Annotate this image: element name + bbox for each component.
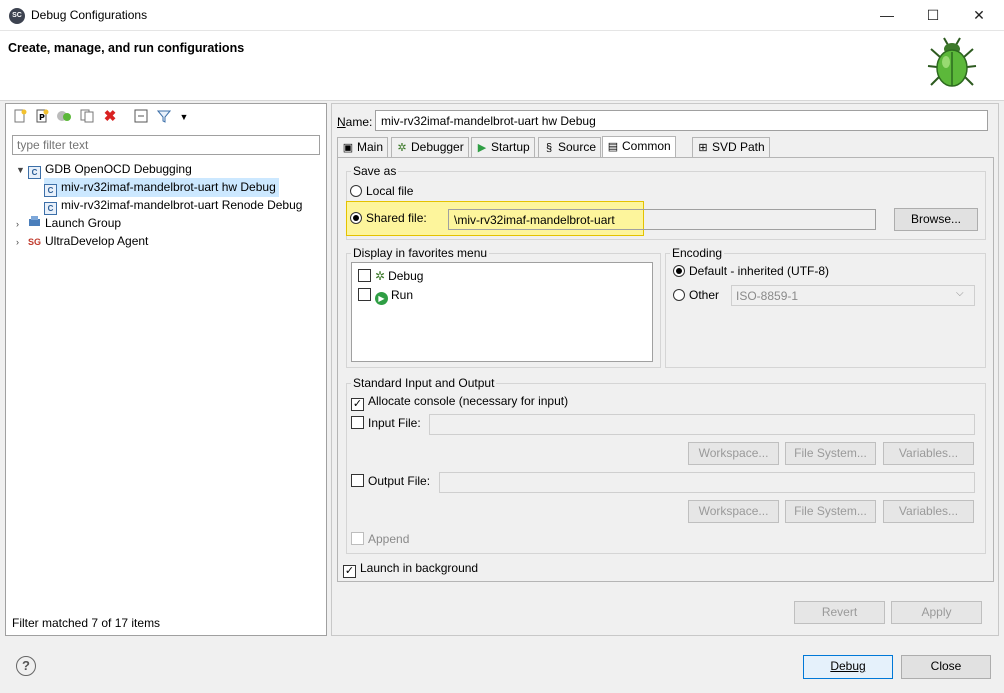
tree-item-label: miv-rv32imaf-mandelbrot-uart Renode Debu… [61,198,303,212]
append-check[interactable] [351,532,364,545]
ultradevelop-agent-icon: SG [28,237,42,247]
tree-group-label: GDB OpenOCD Debugging [45,162,192,176]
append-checkbox[interactable]: Append [351,532,409,546]
configuration-list-panel: P ✖ ▼ ▼CGDB OpenOCD Debugging Cmiv-rv32i… [5,103,327,636]
run-icon: ▶ [375,292,388,305]
tab-svd-path[interactable]: ⊞ SVD Path [692,137,770,157]
header-banner: Create, manage, and run configurations [0,31,1004,101]
tree-group-launch-group[interactable]: › Launch Group [16,214,326,232]
banner-title: Create, manage, and run configurations [8,41,245,55]
shared-file-radio[interactable]: Shared file: [350,211,427,225]
output-workspace-button[interactable]: Workspace... [688,500,779,523]
encoding-other-radio[interactable]: Other [673,288,719,302]
common-tab-content: Save as Local file Shared file: Browse..… [337,157,994,582]
maximize-button[interactable]: ☐ [910,0,956,31]
tree-item-label: miv-rv32imaf-mandelbrot-uart hw Debug [61,180,276,194]
encoding-select[interactable]: ISO-8859-1 ⌵ [731,285,975,306]
favorite-run-item[interactable]: ▶ Run [358,288,413,305]
output-file-field[interactable] [439,472,975,493]
shared-file-radio-circle[interactable] [350,212,362,224]
svg-text:P: P [39,113,45,122]
chevron-down-icon[interactable]: ▼ [16,161,28,179]
svd-tab-icon: ⊞ [698,142,708,154]
tab-common[interactable]: ▤ Common [602,136,676,158]
help-icon[interactable]: ? [16,656,36,676]
tree-group-gdb-openocd[interactable]: ▼ C GDB OpenOCD Debugging [16,160,326,179]
new-prototype-icon[interactable]: P [34,109,50,125]
configuration-editor-panel: Name: ▣Main ✲Debugger ▶Startup §Source ▤… [331,103,999,636]
tree-item-hw-debug[interactable]: Cmiv-rv32imaf-mandelbrot-uart hw Debug [16,178,326,197]
local-file-radio-circle[interactable] [350,185,362,197]
revert-button[interactable]: Revert [794,601,885,624]
chevron-right-icon[interactable]: › [16,233,28,251]
duplicate-icon[interactable] [79,109,95,125]
encoding-default-radio[interactable]: Default - inherited (UTF-8) [673,264,829,278]
filter-status: Filter matched 7 of 17 items [12,616,161,630]
window-title: Debug Configurations [31,8,148,22]
allocate-console-check[interactable]: ✓ [351,398,364,411]
browse-button[interactable]: Browse... [894,208,978,231]
collapse-all-icon[interactable] [133,109,149,125]
tree-group-label: UltraDevelop Agent [45,234,149,248]
close-button[interactable]: Close [901,655,991,679]
output-variables-button[interactable]: Variables... [883,500,974,523]
delete-icon[interactable]: ✖ [102,109,118,125]
minimize-button[interactable]: — [864,0,910,31]
source-tab-icon: § [545,142,553,154]
name-input[interactable] [375,110,988,131]
chevron-right-icon[interactable]: › [16,215,28,233]
encoding-default-radio-circle[interactable] [673,265,685,277]
favorite-debug-item[interactable]: ✲ Debug [358,269,423,283]
filter-icon[interactable] [156,109,172,125]
output-file-check[interactable] [351,474,364,487]
apply-button[interactable]: Apply [891,601,982,624]
favorites-list: ✲ Debug ▶ Run [351,262,653,362]
startup-tab-icon: ▶ [477,142,487,154]
output-file-system-button[interactable]: File System... [785,500,876,523]
encoding-other-radio-circle[interactable] [673,289,685,301]
favorite-run-checkbox[interactable] [358,288,371,301]
filter-input[interactable] [12,135,320,155]
local-file-radio[interactable]: Local file [350,184,413,198]
title-bar[interactable]: SC Debug Configurations — ☐ ✕ [0,0,1004,31]
debug-icon: ✲ [375,269,386,283]
name-label: Name: [337,115,373,129]
input-file-check[interactable] [351,416,364,429]
new-config-icon[interactable] [12,109,28,125]
launch-group-icon [28,214,41,232]
tab-startup[interactable]: ▶ Startup [471,137,535,157]
close-window-button[interactable]: ✕ [956,0,1002,31]
debug-button[interactable]: Debug [803,655,893,679]
tab-source[interactable]: § Source [538,137,602,157]
input-file-checkbox[interactable]: Input File: [351,416,421,430]
tree-item-renode-debug[interactable]: Cmiv-rv32imaf-mandelbrot-uart Renode Deb… [16,196,326,215]
input-file-system-button[interactable]: File System... [785,442,876,465]
shared-file-input[interactable] [448,209,876,230]
favorite-debug-checkbox[interactable] [358,269,371,282]
view-menu-icon[interactable]: ▼ [176,109,192,125]
launch-background-check[interactable]: ✓ [343,565,356,578]
input-variables-button[interactable]: Variables... [883,442,974,465]
config-tree: ▼ C GDB OpenOCD Debugging Cmiv-rv32imaf-ma… [16,160,326,250]
tab-debugger[interactable]: ✲ Debugger [391,137,469,157]
input-workspace-button[interactable]: Workspace... [688,442,779,465]
app-icon: SC [9,8,25,24]
export-icon[interactable] [56,109,72,125]
launch-background-checkbox[interactable]: ✓ Launch in background [343,561,478,578]
allocate-console-checkbox[interactable]: ✓ Allocate console (necessary for input) [351,394,568,411]
tree-group-ultradevelop[interactable]: › SG UltraDevelop Agent [16,232,326,250]
common-tab-icon: ▤ [607,141,619,153]
gdb-config-type-icon: C [28,166,41,179]
main-tab-icon: ▣ [342,142,354,154]
chevron-down-icon[interactable]: ⌵ [956,288,964,299]
output-file-checkbox[interactable]: Output File: [351,474,430,488]
tree-group-label: Launch Group [45,216,122,230]
debugger-tab-icon: ✲ [397,142,407,154]
input-file-field[interactable] [429,414,975,435]
tab-main[interactable]: ▣ Main [337,137,389,157]
bug-icon [927,37,977,87]
